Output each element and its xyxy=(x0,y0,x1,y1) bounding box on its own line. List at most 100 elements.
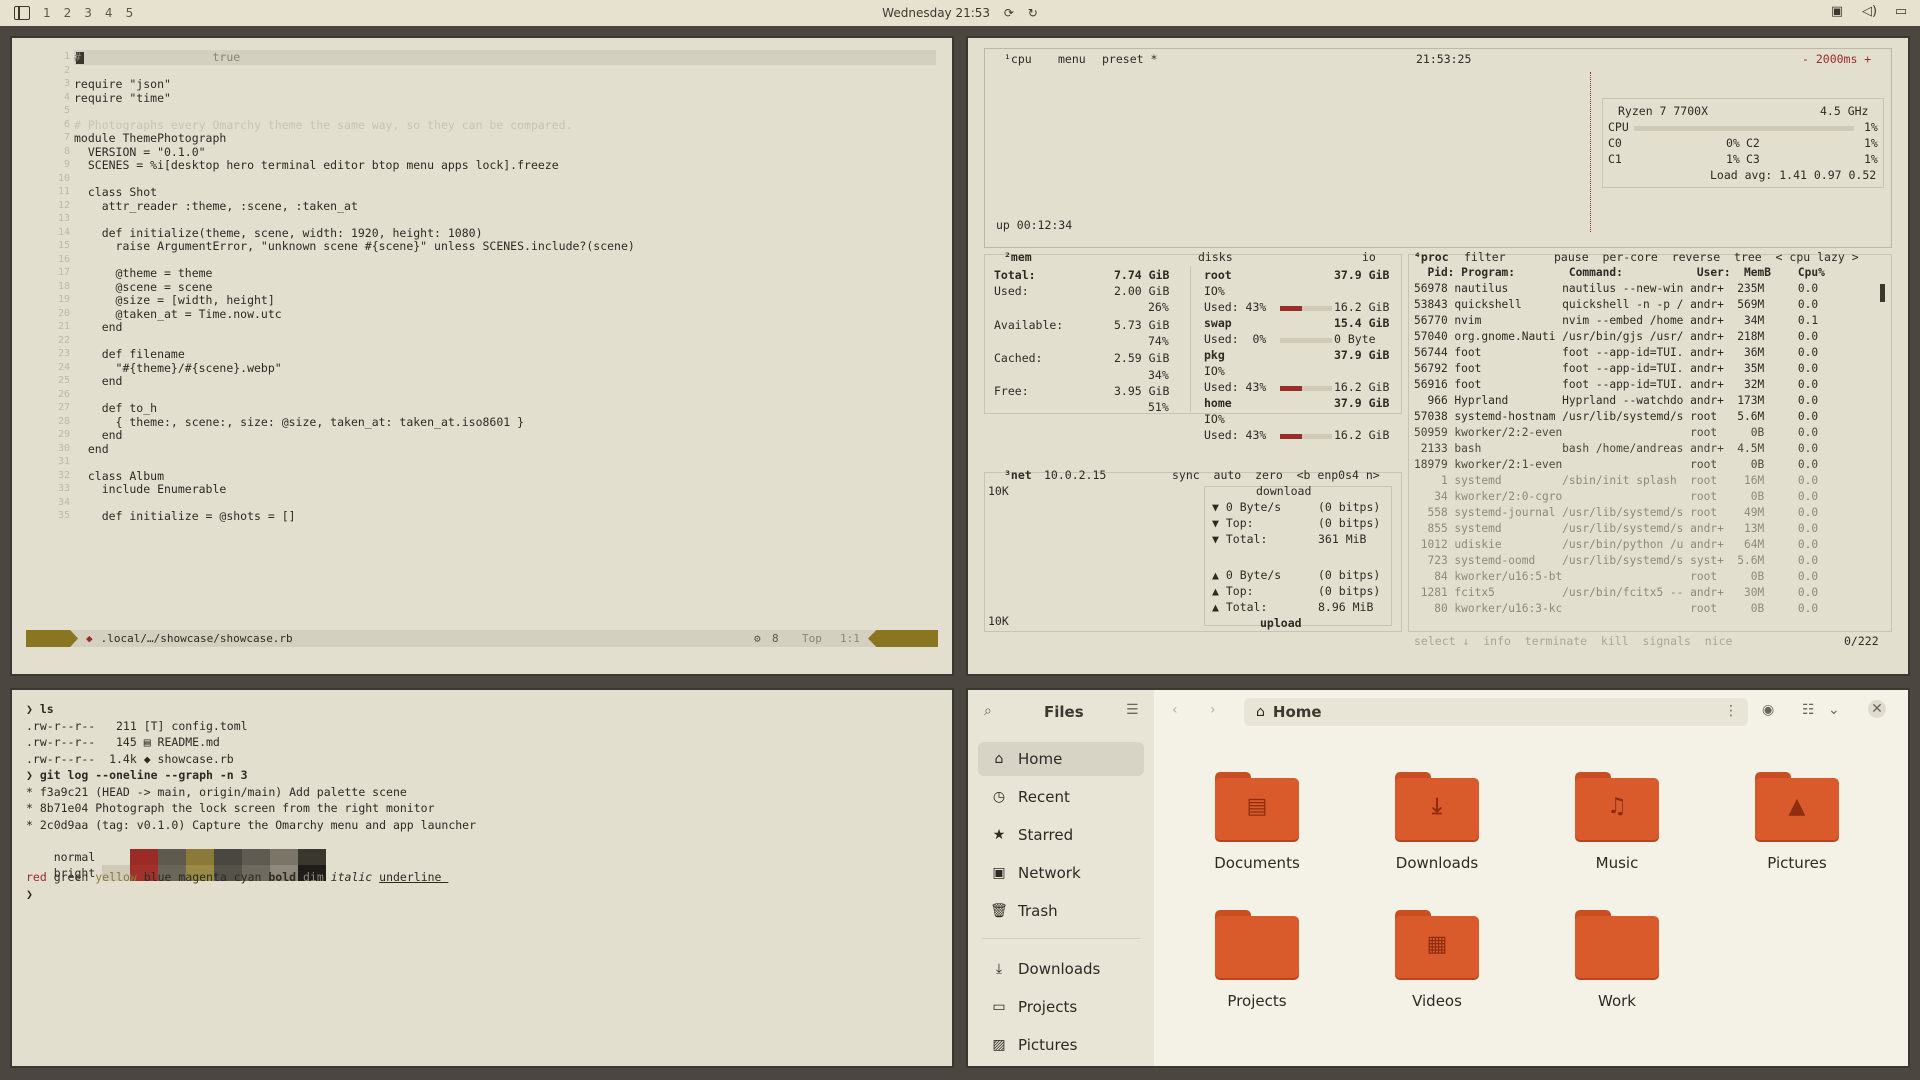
camera-icon[interactable]: ◉ xyxy=(1762,702,1774,718)
screen-record-icon[interactable]: ⟳ xyxy=(1004,6,1014,20)
line-number: 28 xyxy=(57,415,70,427)
process-row[interactable]: 723 systemd-oomd /usr/lib/systemd/s syst… xyxy=(1414,554,1818,567)
folder-work[interactable]: Work xyxy=(1542,910,1692,1030)
process-row[interactable]: 1 systemd /sbin/init splash root 16M 0.0 xyxy=(1414,474,1818,487)
disk-io: IO% xyxy=(1204,284,1225,298)
proc-options[interactable]: filter pause per-core reverse tree < cpu… xyxy=(1464,250,1859,264)
process-row[interactable]: 80 kworker/u16:3-kc root 0B 0.0 xyxy=(1414,602,1818,614)
folder-label: Documents xyxy=(1214,854,1300,872)
process-row[interactable]: 558 systemd-journal /usr/lib/systemd/s r… xyxy=(1414,506,1818,519)
folder-documents[interactable]: ▤ Documents xyxy=(1182,772,1332,892)
process-row[interactable]: 56792 foot foot --app-id=TUI. andr+ 35M … xyxy=(1414,362,1818,375)
download-label: download xyxy=(1256,484,1312,498)
close-icon[interactable]: ✕ xyxy=(1868,700,1886,718)
sidebar-bookmark-projects[interactable]: ▭ Projects xyxy=(978,990,1144,1024)
code-line: def to_h xyxy=(74,401,158,415)
list-view-icon[interactable]: ☷ xyxy=(1802,702,1815,718)
io-tab[interactable]: io xyxy=(1362,250,1376,264)
folder-pictures[interactable]: ▲ Pictures xyxy=(1722,772,1872,892)
core-c0-label: C0 xyxy=(1608,136,1622,150)
update-interval[interactable]: - 2000ms + xyxy=(1802,52,1871,66)
folder-icon: ▤ xyxy=(1215,772,1299,840)
folder-icon: ▦ xyxy=(1395,910,1479,978)
process-row[interactable]: 56978 nautilus nautilus --new-win andr+ … xyxy=(1414,282,1818,295)
net-options[interactable]: sync auto zero <b enp0s4 n> xyxy=(1172,468,1380,482)
line-number: 17 xyxy=(57,267,70,278)
process-row[interactable]: 2133 bash bash /home/andreas andr+ 4.5M … xyxy=(1414,442,1818,455)
monitor-icon[interactable]: ▭ xyxy=(1894,5,1908,19)
files-window[interactable]: ⌕ Files ☰ ⌂ Home ◷ Recent ★ Starred ▣ Network 🗑 T… xyxy=(966,688,1910,1068)
preset-button[interactable]: preset * xyxy=(1102,52,1157,66)
location-menu-icon[interactable]: ⋮ xyxy=(1724,703,1738,719)
code-line: end xyxy=(74,374,123,388)
folder-projects[interactable]: Projects xyxy=(1182,910,1332,1030)
btop-window[interactable]: ¹cpu menu preset * 21:53:25 - 2000ms + R… xyxy=(966,36,1910,676)
mem-tab[interactable]: ²mem xyxy=(1004,250,1032,264)
disk-usage-fill xyxy=(1280,386,1303,391)
process-row[interactable]: 34 kworker/2:0-cgro root 0B 0.0 xyxy=(1414,490,1818,503)
code-line: { theme:, scene:, size: @size, taken_at:… xyxy=(74,414,525,429)
folder-downloads[interactable]: ⤓ Downloads xyxy=(1362,772,1512,892)
clock[interactable]: Wednesday 21:53 ⟳ ↻ xyxy=(0,6,1920,20)
status-tail xyxy=(868,630,938,647)
disk-name: home xyxy=(1204,396,1232,410)
refresh-icon[interactable]: ↻ xyxy=(1028,6,1038,20)
location-bar[interactable]: ⌂ Home ⋮ xyxy=(1244,698,1748,726)
sidebar-item-network[interactable]: ▣ Network xyxy=(978,856,1144,890)
mem-free-value: 3.95 GiB xyxy=(1114,384,1170,398)
menu-button[interactable]: menu xyxy=(1058,52,1086,66)
sidebar-bookmark-downloads[interactable]: ⤓ Downloads xyxy=(978,952,1144,986)
chevron-down-icon[interactable]: ⌄ xyxy=(1828,702,1840,718)
process-row[interactable]: 53843 quickshell quickshell -n -p / andr… xyxy=(1414,298,1818,311)
folder-music[interactable]: ♫ Music xyxy=(1542,772,1692,892)
line-number: 15 xyxy=(57,240,70,251)
process-row[interactable]: 50959 kworker/2:2-even root 0B 0.0 xyxy=(1414,426,1818,439)
back-icon[interactable]: ‹ xyxy=(1172,702,1178,718)
terminal-line: .rw-r--r-- 145 ▤ README.md xyxy=(26,735,220,749)
hamburger-menu-icon[interactable]: ☰ xyxy=(1126,702,1139,718)
sidebar-item-starred[interactable]: ★ Starred xyxy=(978,818,1144,852)
editor-window[interactable]: 1 # true 2 3 require "json" 4 require "time" 5 6… xyxy=(10,36,954,676)
process-row[interactable]: 84 kworker/u16:5-bt root 0B 0.0 xyxy=(1414,570,1818,583)
cpu-graph-divider xyxy=(1590,72,1591,232)
display-icon[interactable]: ▣ xyxy=(1830,5,1844,19)
sidebar-bookmark-pictures[interactable]: ▨ Pictures xyxy=(978,1028,1144,1062)
mem-total-value: 7.74 GiB xyxy=(1114,268,1170,282)
proc-scrollbar[interactable] xyxy=(1880,284,1885,302)
net-tab[interactable]: ³net xyxy=(1004,468,1032,482)
sidebar-separator xyxy=(982,938,1140,939)
proc-footer[interactable]: select ↓ info terminate kill signals nic… xyxy=(1414,634,1733,648)
line-number: 7 xyxy=(63,132,70,143)
terminal-prompt[interactable]: ❯ xyxy=(26,887,33,901)
process-row[interactable]: 18979 kworker/2:1-even root 0B 0.0 xyxy=(1414,458,1818,471)
search-icon[interactable]: ⌕ xyxy=(984,703,992,719)
line-number: 20 xyxy=(57,307,70,319)
proc-tab[interactable]: ⁴proc xyxy=(1414,250,1449,264)
disks-tab[interactable]: disks xyxy=(1198,250,1233,264)
sidebar-item-home[interactable]: ⌂ Home xyxy=(978,742,1144,776)
process-row[interactable]: 966 Hyprland Hyprland --watchdo andr+ 17… xyxy=(1414,394,1818,407)
process-row[interactable]: 855 systemd /usr/lib/systemd/s andr+ 13M… xyxy=(1414,522,1818,535)
process-list[interactable]: 56978 nautilus nautilus --new-win andr+ … xyxy=(1414,282,1890,614)
cpu-tab[interactable]: ¹cpu xyxy=(1004,52,1032,66)
code-line: @scene = scene xyxy=(74,279,213,294)
terminal-window[interactable]: ❯ ls .rw-r--r-- 211 [T] config.toml .rw-r-… xyxy=(10,688,954,1068)
line-number: 23 xyxy=(57,348,70,359)
mem-total-label: Total: xyxy=(994,268,1036,282)
forward-icon[interactable]: › xyxy=(1210,702,1216,718)
process-row[interactable]: 56770 nvim nvim --embed /home andr+ 34M … xyxy=(1414,314,1818,327)
code-line: end xyxy=(74,441,109,456)
line-number: 27 xyxy=(57,402,70,413)
folder-videos[interactable]: ▦ Videos xyxy=(1362,910,1512,1030)
process-row[interactable]: 56916 foot foot --app-id=TUI. andr+ 32M … xyxy=(1414,378,1818,391)
process-row[interactable]: 57038 systemd-hostnam /usr/lib/systemd/s… xyxy=(1414,410,1818,423)
process-row[interactable]: 1012 udiskie /usr/bin/python /u andr+ 64… xyxy=(1414,538,1818,551)
sidebar-item-trash[interactable]: 🗑 Trash xyxy=(978,894,1144,928)
code-line: class Album xyxy=(74,468,165,483)
process-row[interactable]: 57040 org.gnome.Nauti /usr/bin/gjs /usr/… xyxy=(1414,330,1818,343)
upload-row-label: ▲ Top: xyxy=(1212,584,1254,598)
sidebar-item-recent[interactable]: ◷ Recent xyxy=(978,780,1144,814)
process-row[interactable]: 1281 fcitx5 /usr/bin/fcitx5 -- andr+ 30M… xyxy=(1414,586,1818,599)
process-row[interactable]: 56744 foot foot --app-id=TUI. andr+ 36M … xyxy=(1414,346,1818,359)
volume-icon[interactable]: ◁) xyxy=(1862,5,1877,19)
